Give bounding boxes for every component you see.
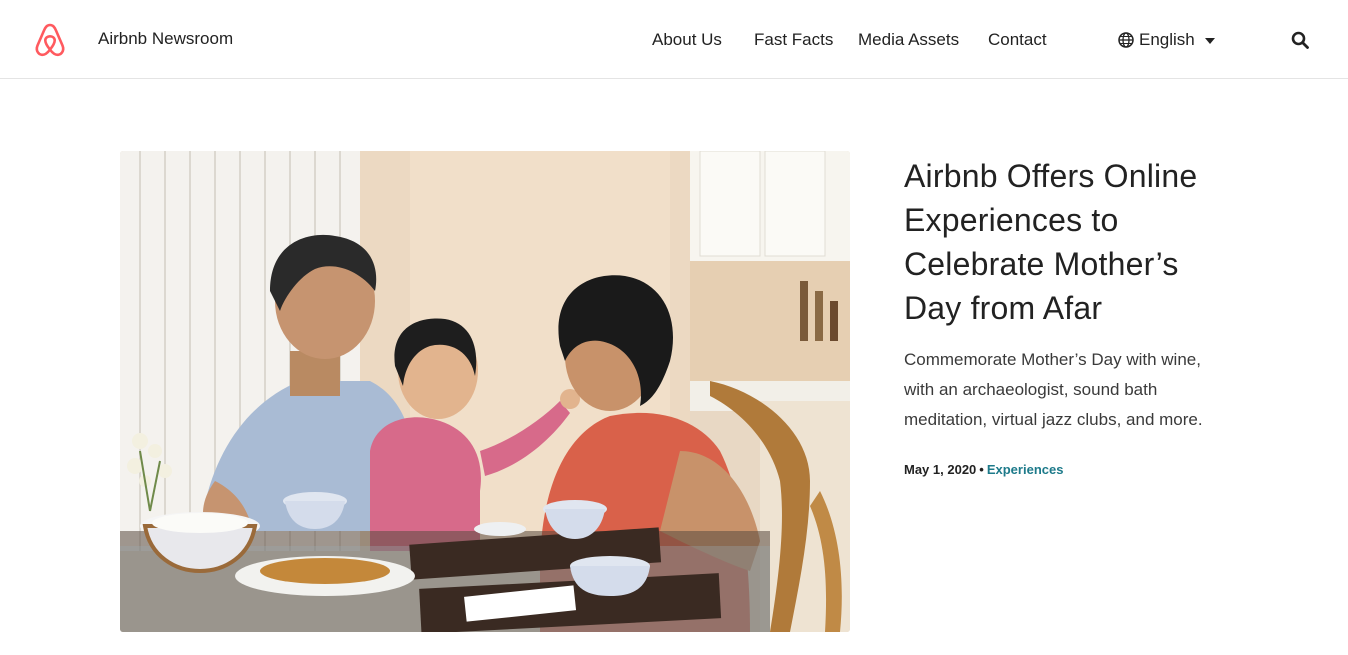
article-meta: May 1, 2020 • Experiences xyxy=(904,462,1063,477)
family-meal-photo xyxy=(120,151,850,632)
nav-fast-facts[interactable]: Fast Facts xyxy=(754,30,833,50)
nav-about-us[interactable]: About Us xyxy=(652,30,722,50)
language-selector[interactable]: English xyxy=(1118,30,1215,50)
article-image[interactable] xyxy=(120,151,850,632)
article-description: Commemorate Mother’s Day with wine, with… xyxy=(904,350,1203,429)
site-header: Airbnb Newsroom About Us Fast Facts Medi… xyxy=(0,0,1348,79)
search-icon[interactable] xyxy=(1291,31,1309,49)
article-category-link[interactable]: Experiences xyxy=(987,462,1064,477)
globe-icon xyxy=(1118,32,1134,48)
language-label: English xyxy=(1139,30,1195,49)
chevron-down-icon xyxy=(1204,37,1215,44)
meta-separator: • xyxy=(979,462,984,477)
airbnb-logo-icon[interactable] xyxy=(33,22,67,58)
nav-contact[interactable]: Contact xyxy=(988,30,1047,50)
brand-link[interactable]: Airbnb Newsroom xyxy=(98,29,233,49)
article-title[interactable]: Airbnb Offers Online Experiences to Cele… xyxy=(904,154,1234,330)
article-date: May 1, 2020 xyxy=(904,462,977,477)
nav-media-assets[interactable]: Media Assets xyxy=(858,30,959,50)
